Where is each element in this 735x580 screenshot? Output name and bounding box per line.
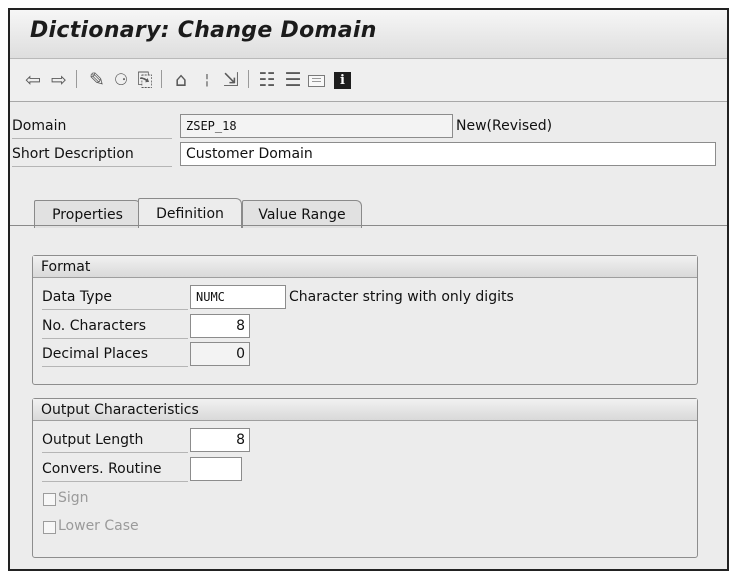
- info-separator-icon[interactable]: ¦: [196, 68, 218, 92]
- conversion-routine-label: Convers. Routine: [42, 461, 162, 477]
- label-underline: [42, 366, 188, 367]
- label-underline: [12, 166, 172, 167]
- output-length-label: Output Length: [42, 432, 144, 448]
- data-type-description: Character string with only digits: [289, 289, 514, 305]
- label-underline: [42, 309, 188, 310]
- sign-checkbox[interactable]: [43, 493, 56, 506]
- output-characteristics-group: Output Characteristics Output Length 8 C…: [32, 398, 698, 558]
- no-characters-label: No. Characters: [42, 318, 147, 334]
- check-icon[interactable]: ⚆: [110, 68, 132, 92]
- domain-label: Domain: [12, 118, 67, 134]
- back-arrow-icon[interactable]: ⇦: [22, 68, 44, 92]
- title-bar: Dictionary: Change Domain: [10, 10, 727, 59]
- lower-case-checkbox[interactable]: [43, 521, 56, 534]
- domain-status: New(Revised): [456, 118, 553, 134]
- toolbar-separator: [161, 70, 162, 88]
- where-used-icon[interactable]: ⌂: [170, 68, 192, 92]
- decimal-places-label: Decimal Places: [42, 346, 149, 362]
- toolbar-separator: [248, 70, 249, 88]
- forward-arrow-icon[interactable]: ⇨: [48, 68, 70, 92]
- monitor-icon[interactable]: [308, 75, 325, 87]
- label-underline: [12, 138, 172, 139]
- short-description-field[interactable]: Customer Domain: [180, 142, 716, 166]
- short-description-label: Short Description: [12, 146, 134, 162]
- tab-divider: [10, 225, 727, 226]
- navigate-icon[interactable]: ⇲: [220, 68, 242, 92]
- application-toolbar: ⇦ ⇨ ✎ ⚆ ⎘ ⌂ ¦ ⇲ ☷ ☰ i: [10, 59, 727, 102]
- sign-label: Sign: [58, 490, 89, 506]
- output-group-title: Output Characteristics: [33, 399, 697, 421]
- lower-case-label: Lower Case: [58, 518, 139, 534]
- no-characters-field[interactable]: 8: [190, 314, 250, 338]
- label-underline: [42, 452, 188, 453]
- label-underline: [42, 481, 188, 482]
- toolbar-separator: [76, 70, 77, 88]
- display-change-icon[interactable]: ✎: [86, 68, 108, 92]
- hierarchy-icon[interactable]: ☷: [256, 68, 278, 92]
- window-title: Dictionary: Change Domain: [30, 18, 377, 43]
- decimal-places-field[interactable]: 0: [190, 342, 250, 366]
- format-group-title: Format: [33, 256, 697, 278]
- info-icon[interactable]: i: [334, 72, 351, 89]
- domain-field[interactable]: ZSEP_18: [180, 114, 453, 138]
- tab-properties[interactable]: Properties: [34, 200, 141, 228]
- tab-definition[interactable]: Definition: [138, 198, 242, 228]
- tab-value-range[interactable]: Value Range: [242, 200, 362, 228]
- conversion-routine-field[interactable]: [190, 457, 242, 481]
- table-icon[interactable]: ☰: [282, 68, 304, 92]
- data-type-label: Data Type: [42, 289, 113, 305]
- sap-window: Dictionary: Change Domain ⇦ ⇨ ✎ ⚆ ⎘ ⌂ ¦ …: [8, 8, 729, 571]
- format-group: Format Data Type NUMC Character string w…: [32, 255, 698, 385]
- label-underline: [42, 338, 188, 339]
- output-length-field[interactable]: 8: [190, 428, 250, 452]
- activate-icon[interactable]: ⎘: [134, 68, 156, 92]
- data-type-field[interactable]: NUMC: [190, 285, 286, 309]
